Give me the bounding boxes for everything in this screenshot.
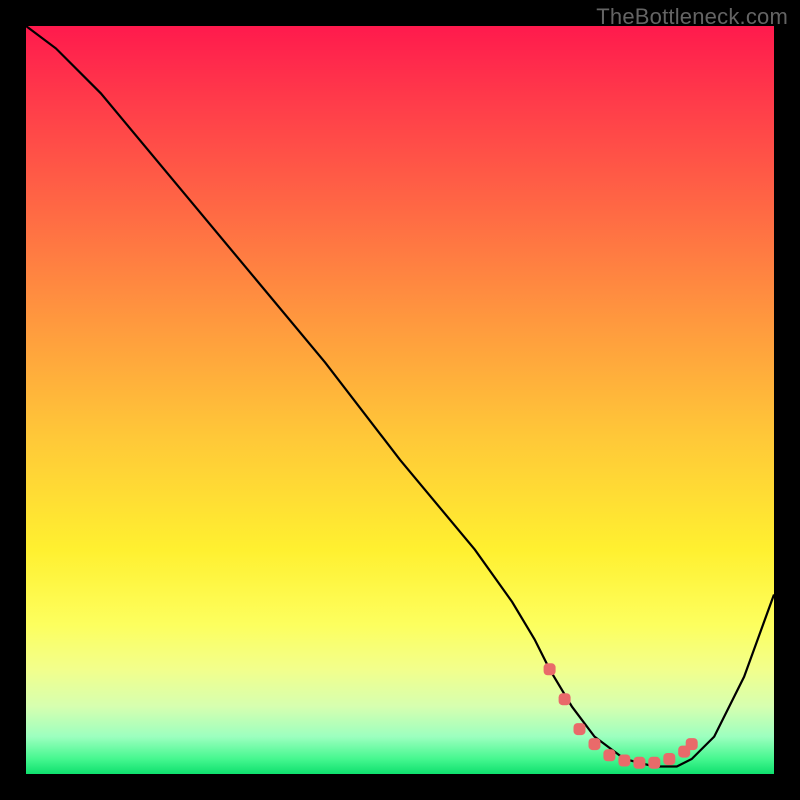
highlight-dot xyxy=(686,738,698,750)
bottleneck-curve-line xyxy=(26,26,774,767)
highlight-dot xyxy=(603,749,615,761)
highlight-dot xyxy=(559,693,571,705)
highlight-dot xyxy=(663,753,675,765)
chart-svg xyxy=(26,26,774,774)
chart-plot-area xyxy=(26,26,774,774)
highlight-markers xyxy=(544,663,698,769)
watermark-text: TheBottleneck.com xyxy=(596,4,788,30)
highlight-dot xyxy=(574,723,586,735)
highlight-dot xyxy=(589,738,601,750)
highlight-dot xyxy=(633,757,645,769)
highlight-dot xyxy=(648,757,660,769)
highlight-dot xyxy=(618,755,630,767)
highlight-dot xyxy=(544,663,556,675)
